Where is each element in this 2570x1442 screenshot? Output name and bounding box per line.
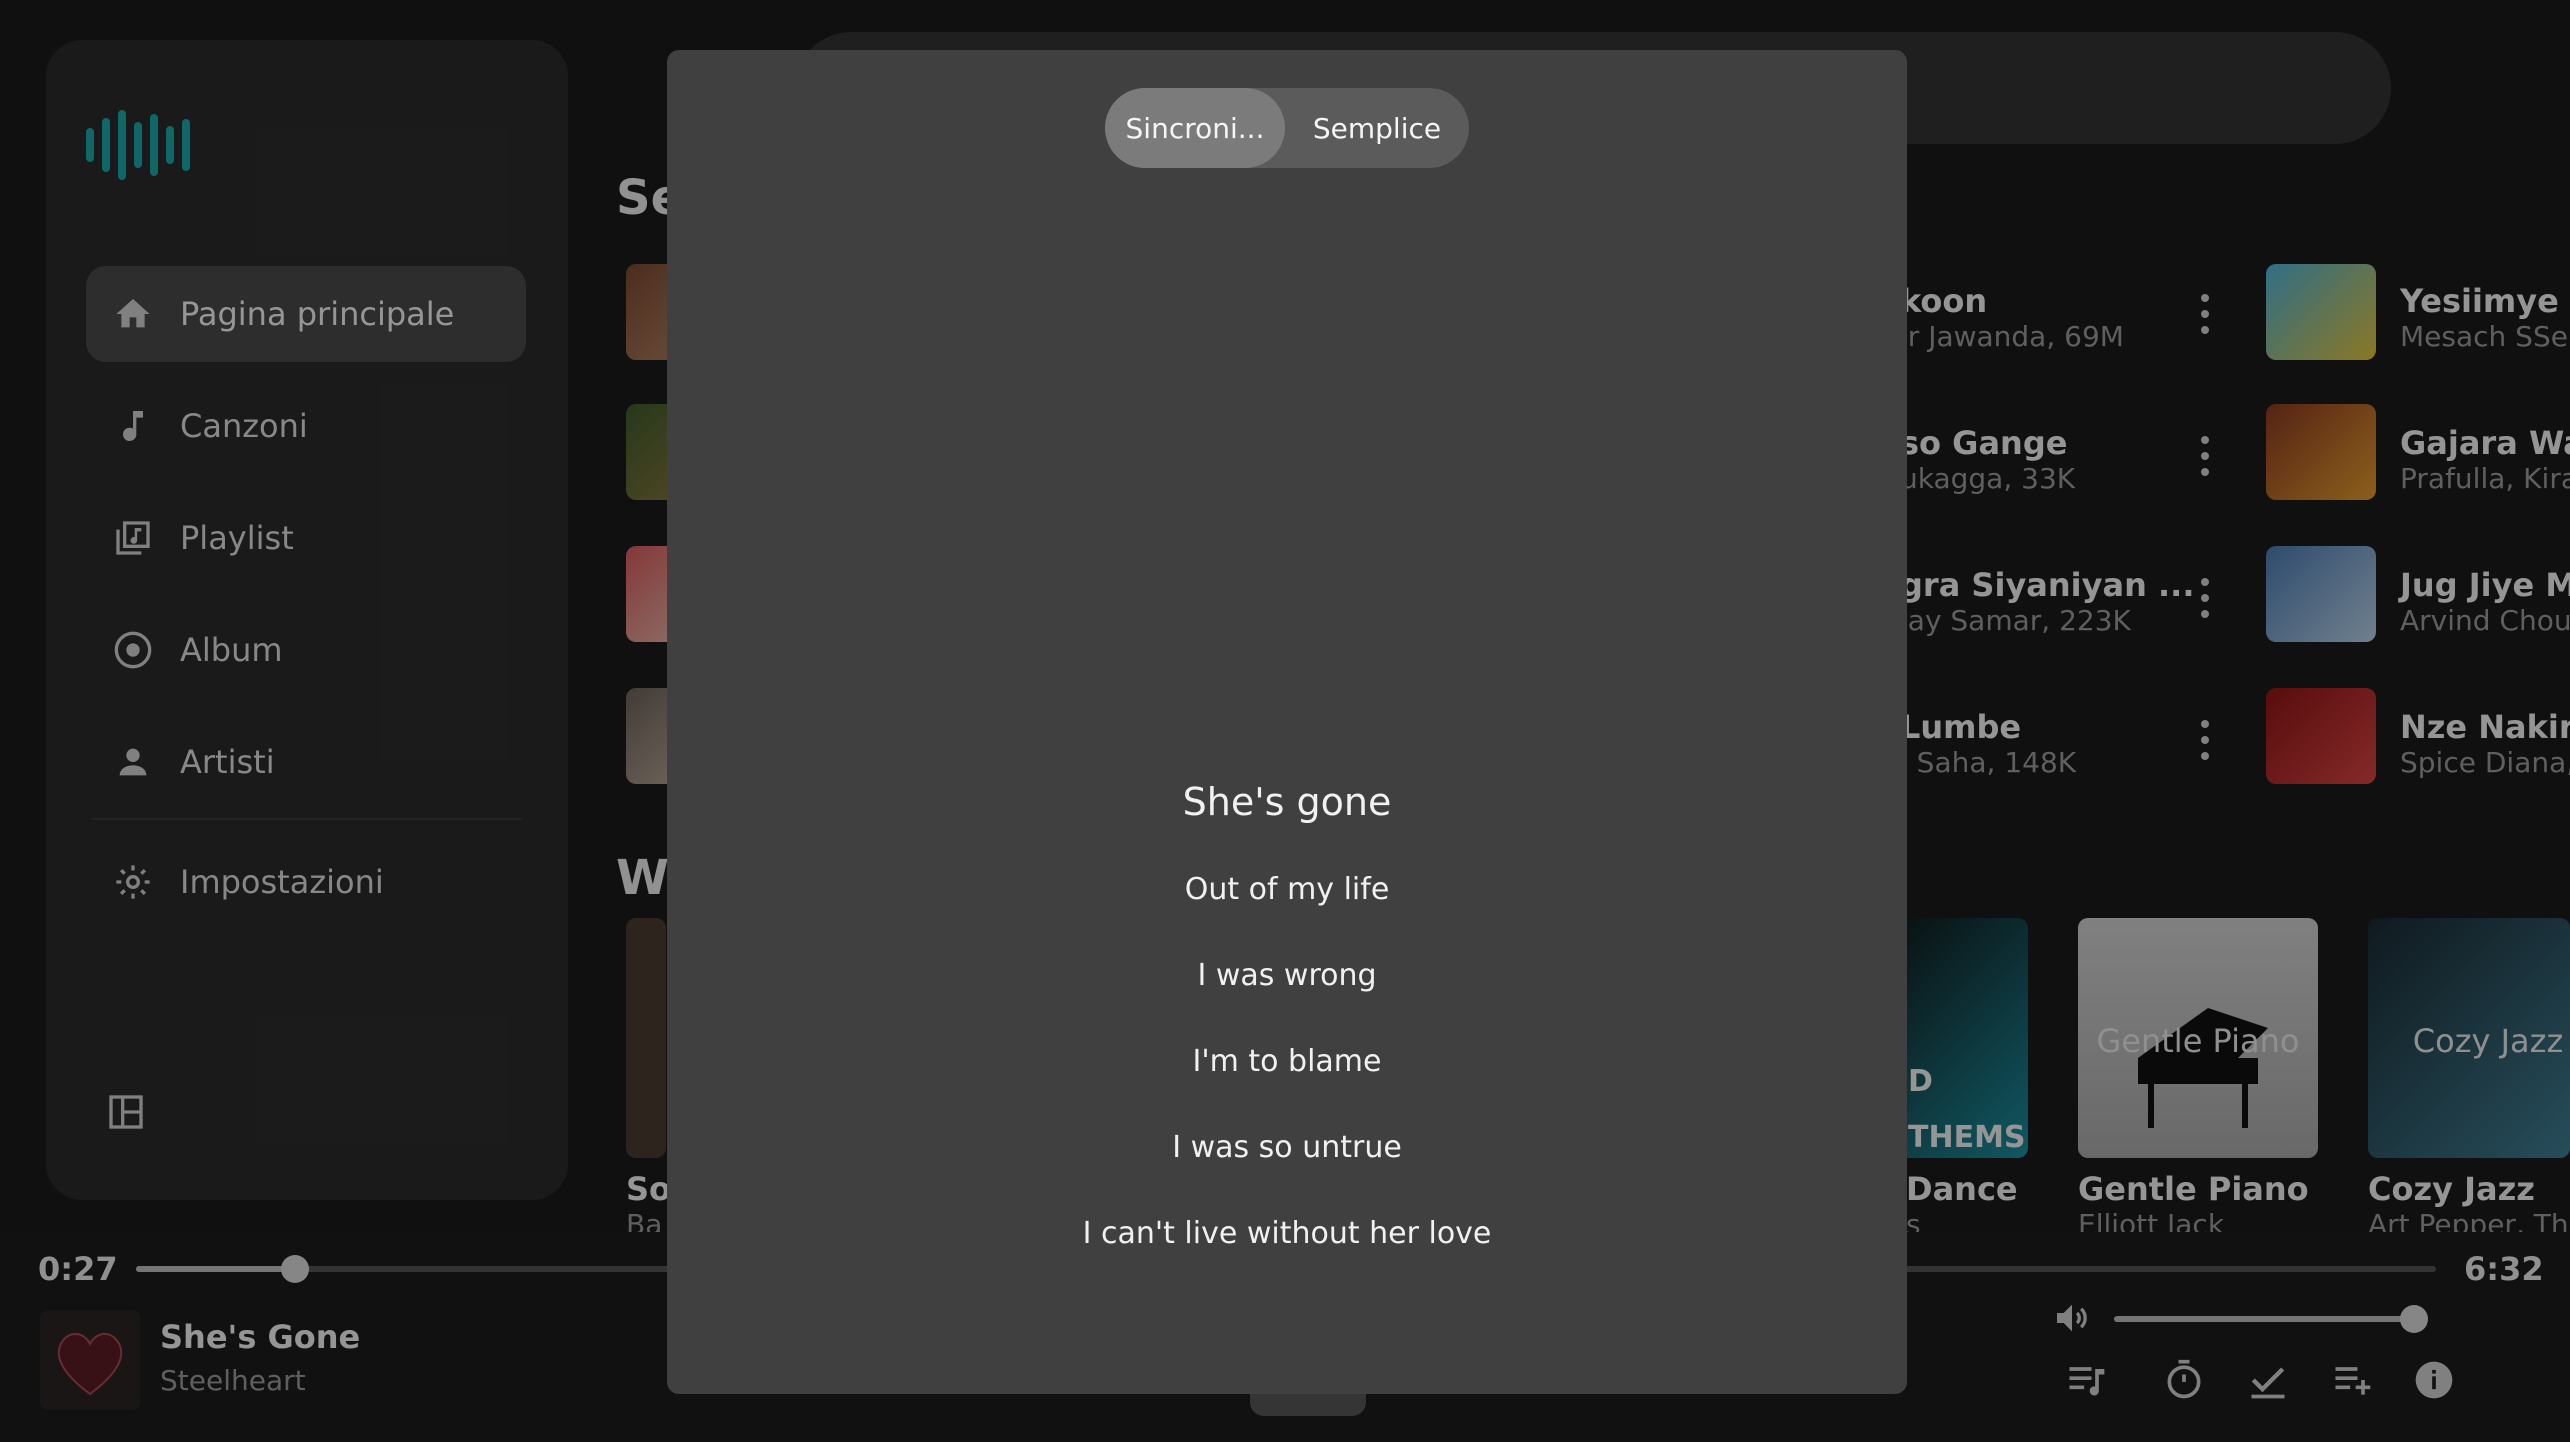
lyrics-mode-toggle[interactable]: Sincroni... Semplice	[1105, 88, 1469, 168]
tab-synced[interactable]: Sincroni...	[1105, 88, 1285, 168]
lyric-line[interactable]: I was wrong	[667, 958, 1907, 993]
app-window: Pagina principale Canzoni Playlist Album	[0, 0, 2570, 1442]
lyric-line-current[interactable]: She's gone	[667, 780, 1907, 824]
lyric-line[interactable]: I was so untrue	[667, 1130, 1907, 1165]
lyric-line[interactable]: I can't live without her love	[667, 1216, 1907, 1251]
lyric-line[interactable]: Out of my life	[667, 872, 1907, 907]
lyric-line[interactable]: I'm to blame	[667, 1044, 1907, 1079]
tab-plain[interactable]: Semplice	[1285, 88, 1469, 168]
lyrics-dialog: Sincroni... Semplice She's gone Out of m…	[667, 50, 1907, 1394]
